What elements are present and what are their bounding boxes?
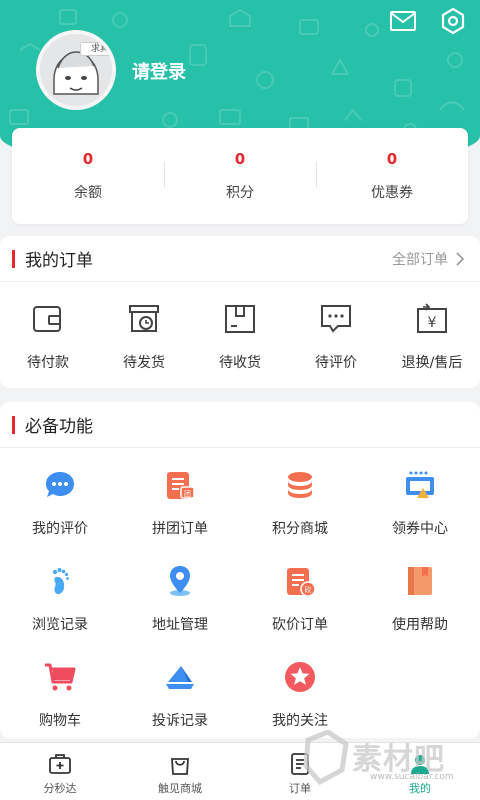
refund-icon: ¥ <box>417 303 447 333</box>
tab-orders[interactable]: 订单 <box>240 743 360 800</box>
function-group-orders[interactable]: 团 拼团订单 <box>120 458 240 554</box>
tab-fenmiaoda[interactable]: 分秒达 <box>0 743 120 800</box>
group-order-icon: 团 <box>167 472 195 499</box>
section-marker <box>12 249 15 268</box>
all-orders-link[interactable]: 全部订单 <box>392 236 464 282</box>
avatar[interactable]: 求真 <box>36 30 116 110</box>
star-icon <box>285 662 315 692</box>
tab-label: 订单 <box>289 782 311 795</box>
function-bargain-orders[interactable]: 砍 砍价订单 <box>240 554 360 650</box>
function-label: 地址管理 <box>152 617 208 633</box>
function-points-mall[interactable]: 积分商城 <box>240 458 360 554</box>
mail-icon[interactable] <box>388 6 418 36</box>
orders-header: 我的订单 全部订单 <box>0 236 480 282</box>
functions-header: 必备功能 <box>0 402 480 448</box>
tab-mall[interactable]: 触见商城 <box>120 743 240 800</box>
function-my-reviews[interactable]: 我的评价 <box>0 458 120 554</box>
function-label: 购物车 <box>39 713 81 729</box>
stat-label: 优惠券 <box>371 185 413 201</box>
function-label: 浏览记录 <box>32 617 88 633</box>
function-label: 拼团订单 <box>152 521 208 537</box>
stat-coupons[interactable]: 0 优惠券 <box>316 128 468 224</box>
svg-text:¥: ¥ <box>428 315 437 331</box>
delivery-box-icon <box>49 754 71 774</box>
chevron-right-icon <box>456 252 464 266</box>
stats-card: 0 余额 0 积分 0 优惠券 <box>12 128 468 224</box>
order-item-pending-payment[interactable]: 待付款 <box>0 282 96 386</box>
function-help[interactable]: 使用帮助 <box>360 554 480 650</box>
tab-label: 我的 <box>409 782 431 795</box>
functions-title: 必备功能 <box>25 417 93 437</box>
function-label: 砍价订单 <box>272 617 328 633</box>
comment-icon <box>321 305 351 333</box>
order-list-icon <box>291 753 309 775</box>
box-icon <box>225 305 255 333</box>
footprint-icon <box>52 568 69 595</box>
svg-text:砍: 砍 <box>305 585 312 594</box>
order-item-label: 待付款 <box>27 355 69 371</box>
order-item-label: 退换/售后 <box>401 355 463 371</box>
function-label: 领券中心 <box>392 521 448 537</box>
order-item-label: 待收货 <box>219 355 261 371</box>
function-label: 我的评价 <box>32 521 88 537</box>
function-browse-history[interactable]: 浏览记录 <box>0 554 120 650</box>
function-label: 我的关注 <box>272 713 328 729</box>
all-orders-label: 全部订单 <box>392 252 448 268</box>
shopping-bag-icon <box>171 758 189 775</box>
help-book-icon <box>408 567 432 595</box>
order-item-pending-shipment[interactable]: 待发货 <box>96 282 192 386</box>
order-item-label: 待评价 <box>315 355 357 371</box>
function-address-management[interactable]: 地址管理 <box>120 554 240 650</box>
function-label: 使用帮助 <box>392 617 448 633</box>
stat-value: 0 <box>386 150 398 168</box>
wallet-icon <box>33 306 61 332</box>
function-label: 投诉记录 <box>152 713 208 729</box>
functions-card: 必备功能 我的评价 团 拼团订单 积分商城 领券中心 浏览记录 地址管理 砍 砍 <box>0 402 480 738</box>
function-coupon-center[interactable]: 领券中心 <box>360 458 480 554</box>
bottom-tab-bar: 分秒达 触见商城 订单 我的 <box>0 742 480 800</box>
tab-label: 触见商城 <box>158 782 202 795</box>
section-marker <box>12 415 15 434</box>
bargain-order-icon: 砍 <box>287 568 316 597</box>
coins-icon <box>288 472 312 498</box>
avatar-badge: 求真 <box>80 42 112 56</box>
order-item-pending-receipt[interactable]: 待收货 <box>192 282 288 386</box>
stat-value: 0 <box>82 150 94 168</box>
stat-label: 积分 <box>226 185 254 201</box>
chat-bubble-icon <box>46 472 74 497</box>
coupon-icon <box>406 471 434 498</box>
location-pin-icon <box>170 566 190 596</box>
stat-balance[interactable]: 0 余额 <box>12 128 164 224</box>
shopping-cart-icon <box>45 663 76 691</box>
tab-me[interactable]: 我的 <box>360 743 480 800</box>
order-item-after-sales[interactable]: ¥ 退换/售后 <box>384 282 480 386</box>
orders-card: 我的订单 全部订单 待付款 待发货 待收货 待评价 ¥ 退换/售后 <box>0 236 480 388</box>
tab-label: 分秒达 <box>43 782 77 795</box>
user-icon <box>411 755 429 774</box>
order-item-pending-review[interactable]: 待评价 <box>288 282 384 386</box>
package-clock-icon <box>129 305 159 332</box>
function-my-follows[interactable]: 我的关注 <box>240 650 360 746</box>
order-item-label: 待发货 <box>123 355 165 371</box>
function-label: 积分商城 <box>272 521 328 537</box>
svg-text:团: 团 <box>184 490 191 498</box>
stat-points[interactable]: 0 积分 <box>164 128 316 224</box>
function-shopping-cart[interactable]: 购物车 <box>0 650 120 746</box>
orders-title: 我的订单 <box>25 251 93 271</box>
stat-value: 0 <box>234 150 246 168</box>
function-complaint-records[interactable]: 投诉记录 <box>120 650 240 746</box>
login-link[interactable]: 请登录 <box>132 58 186 84</box>
stat-label: 余额 <box>74 185 102 201</box>
complaint-icon <box>166 666 194 689</box>
settings-icon[interactable] <box>438 6 468 36</box>
